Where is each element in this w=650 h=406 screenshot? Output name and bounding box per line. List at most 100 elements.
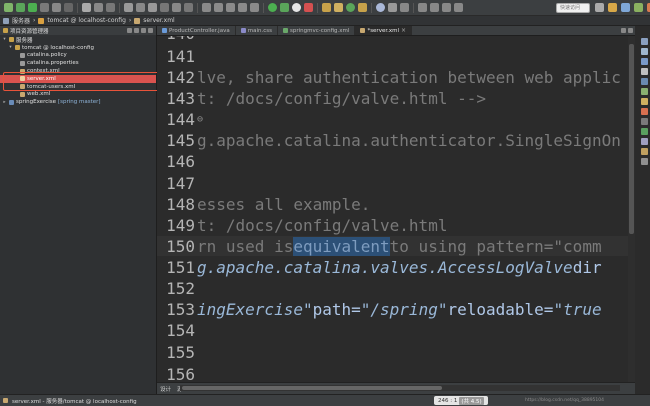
search-icon[interactable] [376, 3, 385, 12]
build-icon[interactable] [172, 3, 181, 12]
skip-icon[interactable] [184, 3, 193, 12]
servers-view-icon[interactable] [641, 78, 648, 85]
open-task-icon[interactable] [388, 3, 397, 12]
vertical-scrollbar[interactable] [628, 36, 635, 382]
close-icon[interactable]: × [401, 27, 406, 34]
data-source-icon[interactable] [641, 88, 648, 95]
forward-icon[interactable] [454, 3, 463, 12]
drop-frame-icon[interactable] [238, 3, 247, 12]
annotation-icon[interactable] [400, 3, 409, 12]
minimize-icon[interactable] [148, 28, 153, 33]
git-staging-icon[interactable] [641, 148, 648, 155]
code-line: 145 g.apache.catalina.authenticator.Sing… [157, 130, 635, 150]
java-perspective-icon[interactable] [621, 3, 630, 12]
fold-collapse-icon[interactable]: ⊖ [197, 114, 203, 125]
progress-icon[interactable] [641, 128, 648, 135]
debug-perspective-icon[interactable] [634, 3, 643, 12]
profile-icon[interactable] [292, 3, 301, 12]
back-icon[interactable] [442, 3, 451, 12]
new-java-project-icon[interactable] [322, 3, 331, 12]
quick-access-input[interactable] [556, 3, 590, 13]
view-menu-icon[interactable] [141, 28, 146, 33]
tree-item-spring-exercise[interactable]: ▸ springExercise [spring master] [0, 98, 156, 106]
step-return-icon[interactable] [226, 3, 235, 12]
link-editor-icon[interactable] [134, 28, 139, 33]
server-icon[interactable] [82, 3, 91, 12]
task-list-icon[interactable] [641, 48, 648, 55]
save-icon[interactable] [124, 3, 133, 12]
code-line: 143 t: /docs/config/valve.html --> [157, 88, 635, 108]
tree-item-context-xml[interactable]: context.xml [0, 67, 156, 75]
tab-design[interactable]: 设计 [160, 385, 171, 393]
collapse-all-icon[interactable] [127, 28, 132, 33]
disconnect-icon[interactable] [106, 3, 115, 12]
terminal-icon[interactable] [641, 158, 648, 165]
chevron-right-icon[interactable]: ▸ [2, 100, 7, 105]
search-view-icon[interactable] [641, 138, 648, 145]
code-line: 147 [157, 173, 635, 193]
markers-icon[interactable] [641, 58, 648, 65]
step-over-icon[interactable] [214, 3, 223, 12]
problems-icon[interactable] [641, 108, 648, 115]
scrollbar-thumb[interactable] [629, 44, 634, 234]
tree-item-catalina-policy[interactable]: catalina.policy [0, 52, 156, 60]
tree-item-servers[interactable]: ▾ 服务器 [0, 36, 156, 44]
maximize-icon[interactable] [628, 28, 633, 33]
debug-icon[interactable] [16, 3, 25, 12]
text-selection: equivalent [293, 236, 390, 256]
properties-icon[interactable] [641, 68, 648, 75]
new-class-icon[interactable] [346, 3, 355, 12]
tab-main-css[interactable]: main.css [236, 26, 278, 35]
horizontal-scrollbar[interactable] [180, 385, 620, 391]
scrollbar-thumb[interactable] [182, 386, 442, 390]
new-package-icon[interactable] [334, 3, 343, 12]
tab-product-controller[interactable]: ProductController.java [157, 26, 236, 35]
open-perspective-icon[interactable] [595, 3, 604, 12]
step-into-icon[interactable] [202, 3, 211, 12]
refresh-icon[interactable] [160, 3, 169, 12]
coverage-run-icon[interactable] [304, 3, 313, 12]
publish-icon[interactable] [94, 3, 103, 12]
project-explorer-panel: 项目资源管理器 ▾ 服务器 ▾ tomcat @ localhost-confi… [0, 26, 157, 394]
use-step-filters-icon[interactable] [250, 3, 259, 12]
chevron-down-icon[interactable]: ▾ [2, 37, 7, 42]
run-icon[interactable] [28, 3, 37, 12]
tree-item-server-xml[interactable]: server.xml [0, 74, 156, 83]
tree-item-tomcat[interactable]: ▾ tomcat @ localhost-config [0, 44, 156, 52]
tree-item-web-xml[interactable]: web.xml [0, 91, 156, 99]
previous-annotation-icon[interactable] [430, 3, 439, 12]
code-editor[interactable]: 140 141 142 lve, share authentication be… [157, 36, 635, 382]
external-tools-icon[interactable] [52, 3, 61, 12]
line-number: 155 [166, 342, 195, 362]
stop-icon[interactable] [64, 3, 73, 12]
java-file-icon [162, 28, 167, 33]
cursor-position: 246 : 1 (共 4.5) [434, 396, 488, 405]
tree-item-tomcat-users-xml[interactable]: tomcat-users.xml [0, 83, 156, 91]
tree-item-catalina-properties[interactable]: catalina.properties [0, 59, 156, 67]
tab-server-xml[interactable]: *server.xml × [355, 26, 413, 35]
new-icon[interactable] [4, 3, 13, 12]
minimize-icon[interactable] [621, 28, 626, 33]
save-all-icon[interactable] [136, 3, 145, 12]
code-line: 146 [157, 151, 635, 171]
next-annotation-icon[interactable] [418, 3, 427, 12]
code-text: g.apache.catalina.authenticator.SingleSi… [197, 130, 621, 150]
coverage-icon[interactable] [40, 3, 49, 12]
debug-last-icon[interactable] [280, 3, 289, 12]
chevron-down-icon[interactable]: ▾ [8, 45, 13, 50]
outline-icon[interactable] [641, 38, 648, 45]
code-line: 148 esses all example. [157, 194, 635, 214]
snippets-icon[interactable] [641, 98, 648, 105]
breadcrumb-item[interactable]: tomcat @ localhost-config [47, 17, 125, 24]
panel-title[interactable]: 项目资源管理器 [10, 27, 49, 35]
xml-file-icon [3, 398, 8, 403]
breadcrumb-item[interactable]: 服务器 [12, 16, 30, 25]
tab-springmvc-config[interactable]: springmvc-config.xml [278, 26, 356, 35]
java-ee-perspective-icon[interactable] [608, 3, 617, 12]
open-type-icon[interactable] [358, 3, 367, 12]
console-icon[interactable] [641, 118, 648, 125]
run-last-icon[interactable] [268, 3, 277, 12]
breadcrumb-item[interactable]: server.xml [143, 17, 174, 24]
tree-item-label: catalina.policy [27, 52, 67, 59]
print-icon[interactable] [148, 3, 157, 12]
